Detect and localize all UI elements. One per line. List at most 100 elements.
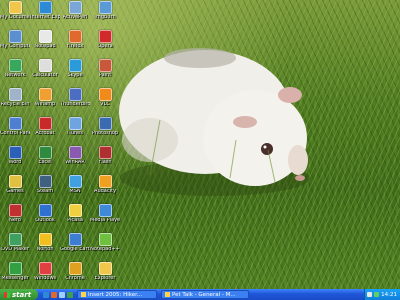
desktop-icon[interactable]: Media Player [90,204,120,224]
computer-icon [8,30,22,43]
desktop-icon[interactable]: VLC [90,88,120,108]
volume-icon[interactable] [367,292,373,297]
desktop-icon[interactable]: iTunes [60,117,90,137]
desktop-icon[interactable]: Games [0,175,30,195]
desktop-icon[interactable]: Picasa [60,204,90,224]
app-icon [98,146,112,159]
desktop-icon-label: DVD Maker [1,247,29,252]
globe-icon [68,233,82,246]
desktop-icon[interactable]: Control Panel [0,117,30,137]
calculator-icon [38,59,52,72]
desktop-icon-label: MSN [69,189,81,194]
desktop-icon[interactable]: My Computer [0,30,30,50]
media-icon [98,88,112,101]
desktop-icon[interactable]: ActivePerl [60,1,90,21]
desktop-icon-label: Paint [98,73,112,78]
desktop-icon[interactable]: Norton [30,233,60,253]
start-label: start [12,290,32,299]
game-icon [8,175,22,188]
desktop-icon[interactable]: Network [0,59,30,79]
desktop-icon[interactable]: Notepad [30,30,60,50]
desktop-icon[interactable]: Firefox [60,30,90,50]
app-icon [68,1,82,14]
desktop-icon[interactable]: Windows [30,262,60,282]
desktop-icon[interactable]: Audacity [90,175,120,195]
game-icon [38,175,52,188]
start-button[interactable]: start [0,289,38,300]
disc-icon [8,233,22,246]
desktop-icon-label: My Documents [0,15,30,20]
desktop-icon[interactable]: Recycle Bin [0,88,30,108]
desktop-icon-label: Windows [33,276,57,281]
chat-icon [68,175,82,188]
desktop-icon[interactable]: My Documents [0,1,30,21]
desktop-icon[interactable]: Word [0,146,30,166]
desktop-icon[interactable]: Steam [30,175,60,195]
show-desktop-icon[interactable] [59,291,65,298]
task-buttons: Insert 2005: Hiker... Pet Talk - General … [73,290,249,299]
audio-icon [98,175,112,188]
desktop-icon[interactable]: Chrome [60,262,90,282]
desktop-icon-label: Explorer [94,276,116,281]
document-icon [8,146,22,159]
desktop-icon-label: ActivePerl [62,15,88,20]
desktop-icon[interactable]: Google Earth [60,233,90,253]
desktop-icon-label: Audacity [94,189,116,194]
desktop[interactable]: My DocumentsInternet Expl.ActivePerl ImgB… [0,0,400,289]
firefox-icon[interactable] [51,291,57,298]
browser-icon [165,292,170,297]
desktop-icon-label: My Computer [0,44,30,49]
desktop-icon[interactable]: Photoshop [90,117,120,137]
desktop-icon-label: Acrobat [35,131,55,136]
internet-explorer-icon[interactable] [43,291,49,298]
taskbar: start Insert 2005: Hiker... Pet Talk - Ge… [0,289,400,300]
desktop-icon[interactable]: Paint [90,59,120,79]
desktop-icon[interactable]: Opera [90,30,120,50]
image-icon [68,204,82,217]
desktop-icon-label: iTunes [67,131,83,136]
windows-logo-icon [4,291,10,298]
desktop-icon-label: Opera [97,44,113,49]
desktop-icon-label: Notepad++ [90,247,120,252]
browser-icon [98,30,112,43]
desktop-icon-label: Excel [38,160,52,165]
desktop-icon[interactable]: ImgBurn [90,1,120,21]
network-status-icon[interactable] [374,292,380,297]
desktop-icon-label: Skype [67,73,83,78]
desktop-icon[interactable]: Acrobat [30,117,60,137]
desktop-icon[interactable]: Outlook [30,204,60,224]
desktop-icon[interactable]: MSN [60,175,90,195]
mail-icon [68,88,82,101]
desktop-icon[interactable]: Internet Expl. [30,1,60,21]
desktop-icon[interactable]: Messenger [0,262,30,282]
desktop-icon[interactable]: Calculator [30,59,60,79]
desktop-icon-label: Nero [9,218,21,223]
desktop-icon-label: Google Earth [60,247,90,252]
desktop-icon[interactable]: Excel [30,146,60,166]
desktop-icon[interactable]: Explorer [90,262,120,282]
desktop-icon[interactable]: Flash [90,146,120,166]
windows-icon [38,262,52,275]
globe-icon [38,1,52,14]
desktop-icon-label: Word [8,160,22,165]
desktop-icon[interactable]: Skype [60,59,90,79]
desktop-icon[interactable]: Notepad++ [90,233,120,253]
clock[interactable]: 14:21 [381,292,397,298]
desktop-icon[interactable]: Thunderbird [60,88,90,108]
folder-icon [98,262,112,275]
desktop-icon-label: WinRAR [65,160,85,165]
desktop-icon-label: Notepad [34,44,56,49]
desktop-icon[interactable]: WinRAR [60,146,90,166]
recycle-bin-icon [8,88,22,101]
desktop-icon-label: Firefox [66,44,84,49]
desktop-icon[interactable]: Winamp [30,88,60,108]
desktop-icon[interactable]: DVD Maker [0,233,30,253]
desktop-icon[interactable]: Nero [0,204,30,224]
desktop-icon-label: Outlook [35,218,55,223]
document-icon [98,233,112,246]
desktop-icon-label: Recycle Bin [0,102,30,107]
settings-icon [8,117,22,130]
taskbar-button[interactable]: Pet Talk - General - M... [161,290,249,299]
taskbar-button[interactable]: Insert 2005: Hiker... [77,290,157,299]
desktop-icon-label: ImgBurn [94,15,116,20]
